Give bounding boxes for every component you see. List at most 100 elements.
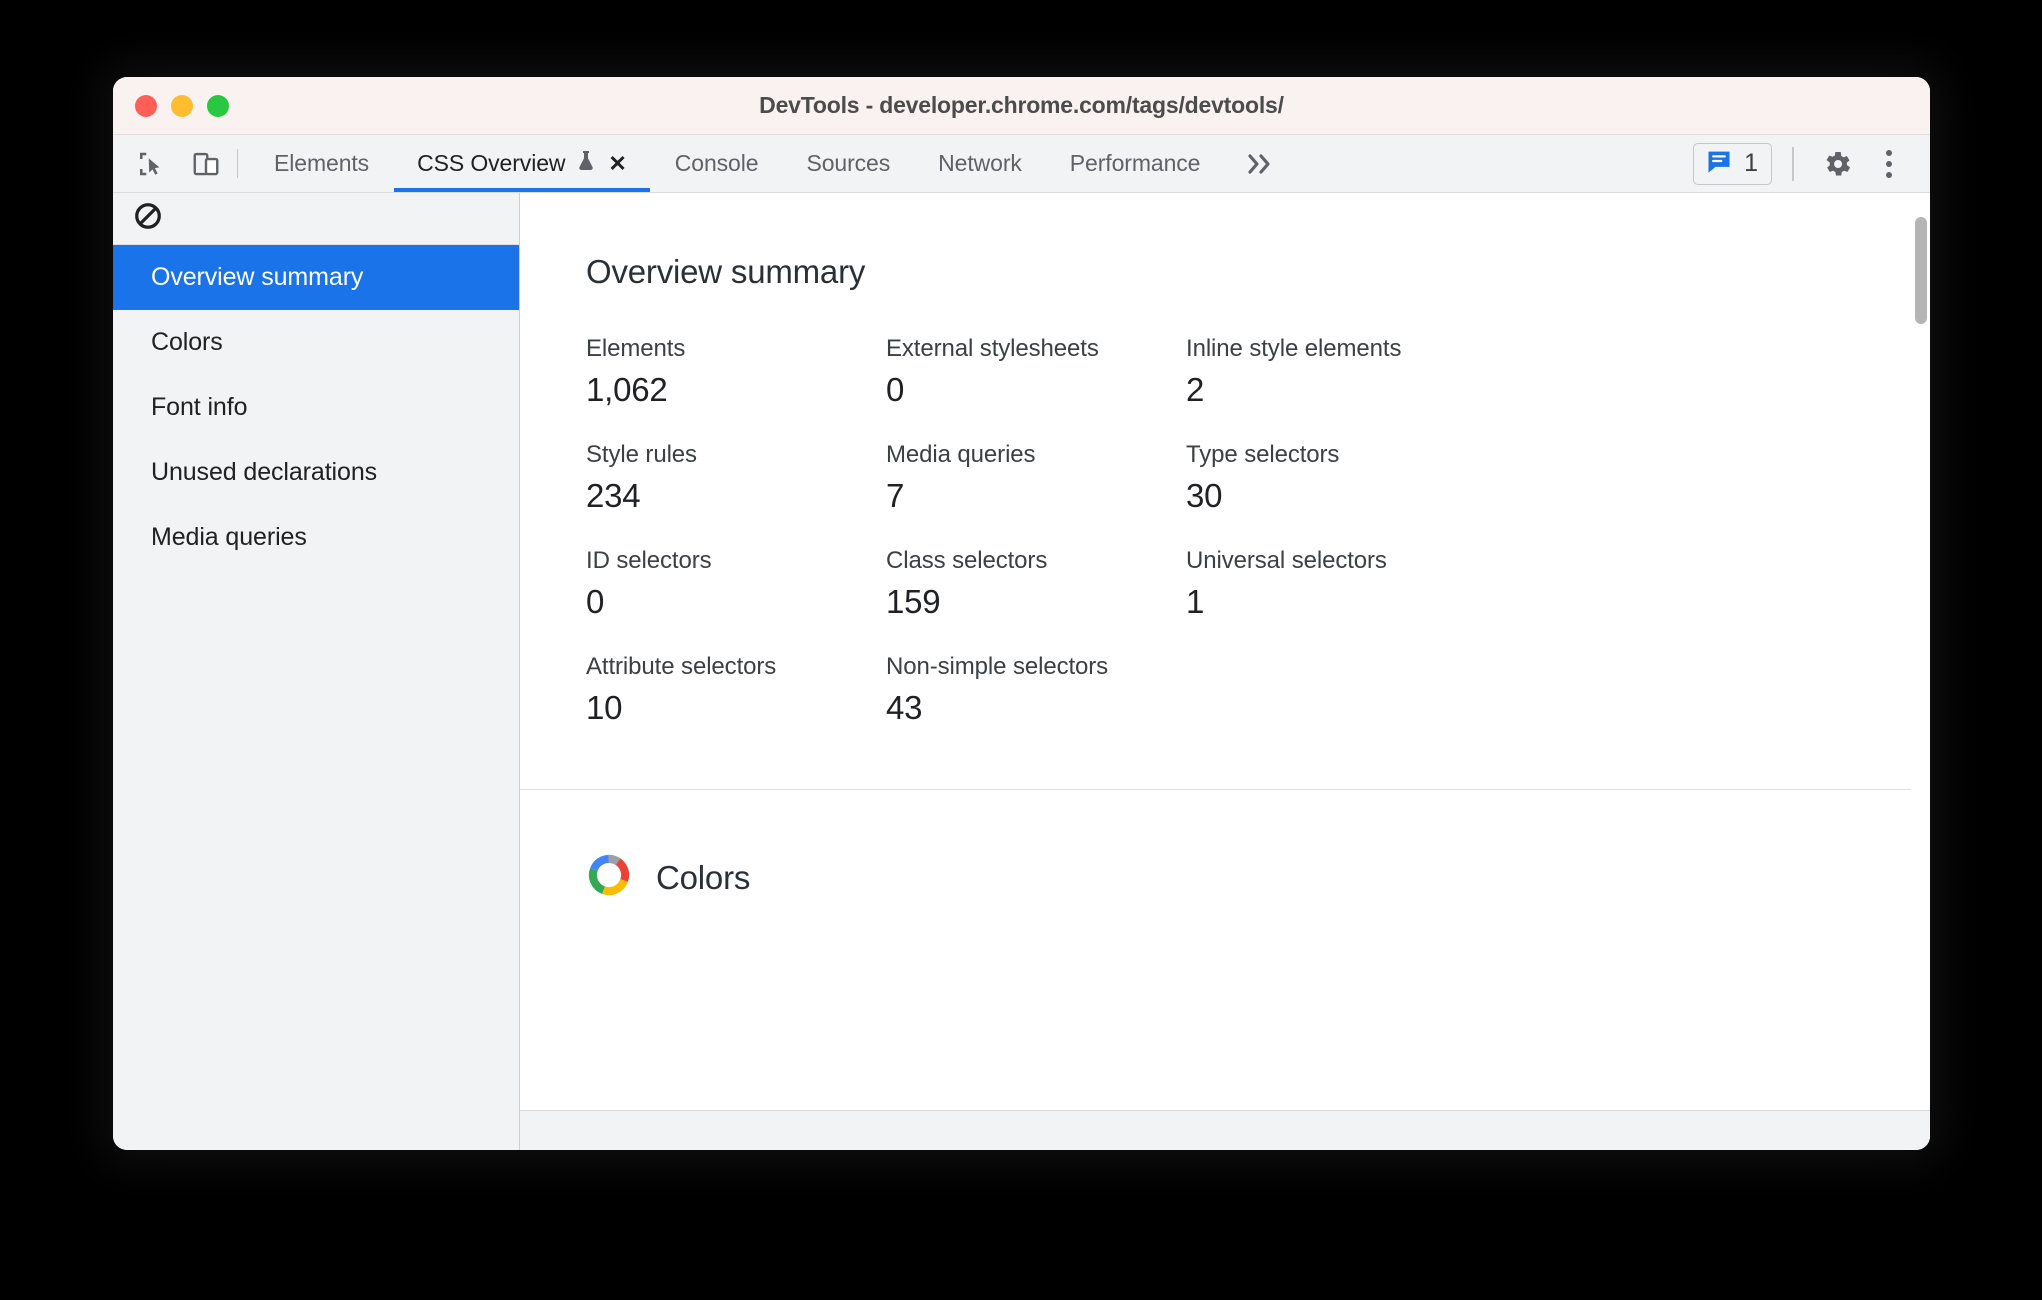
- block-clear-icon[interactable]: [133, 201, 163, 236]
- dot: [1886, 149, 1892, 156]
- stat-value: 159: [886, 583, 941, 620]
- stat-id-selectors: ID selectors 0: [586, 547, 886, 621]
- stat-class-selectors: Class selectors 159: [886, 547, 1186, 621]
- sidebar-item-font-info[interactable]: Font info: [113, 375, 519, 440]
- sidebar-item-overview-summary[interactable]: Overview summary: [113, 245, 519, 310]
- colors-section-header[interactable]: Colors: [520, 790, 1930, 903]
- sidebar-toolbar: [113, 193, 519, 245]
- content-scrollbar[interactable]: [1911, 193, 1930, 1110]
- devtools-window: DevTools - developer.chrome.com/tags/dev…: [113, 77, 1930, 1150]
- stat-value: 10: [586, 689, 623, 726]
- sidebar-item-label: Overview summary: [151, 263, 364, 291]
- stat-label: Type selectors: [1186, 441, 1340, 468]
- css-overview-sidebar: Overview summary Colors Font info Unused…: [113, 193, 520, 1150]
- inspect-element-icon[interactable]: [129, 143, 171, 185]
- sidebar-item-label: Colors: [151, 328, 223, 356]
- sidebar-list: Overview summary Colors Font info Unused…: [113, 245, 519, 570]
- stat-value: 0: [586, 583, 605, 620]
- issues-count: 1: [1744, 149, 1758, 177]
- stat-external-stylesheets: External stylesheets 0: [886, 335, 1186, 409]
- more-tabs-chevron-icon[interactable]: [1224, 135, 1298, 192]
- stat-value: 2: [1186, 371, 1205, 408]
- stat-value: 30: [1186, 477, 1223, 514]
- stat-empty-cell: [1186, 653, 1526, 727]
- stat-value: 1: [1186, 583, 1205, 620]
- sidebar-item-label: Media queries: [151, 523, 307, 551]
- close-window-button[interactable]: [135, 94, 157, 117]
- stat-label: Attribute selectors: [586, 653, 777, 680]
- summary-stats-grid: Elements 1,062 External stylesheets 0 In…: [586, 335, 1930, 727]
- screenshot-root: DevTools - developer.chrome.com/tags/dev…: [0, 0, 2042, 1300]
- sidebar-item-unused-declarations[interactable]: Unused declarations: [113, 440, 519, 505]
- toolbar-divider-right: [1792, 146, 1794, 181]
- stat-elements: Elements 1,062: [586, 335, 886, 409]
- toolbar-left-icons: [113, 135, 227, 192]
- sidebar-item-media-queries[interactable]: Media queries: [113, 505, 519, 570]
- sidebar-item-label: Font info: [151, 393, 248, 421]
- stat-media-queries: Media queries 7: [886, 441, 1186, 515]
- toolbar-right-icons: 1: [1693, 135, 1930, 192]
- stat-label: Universal selectors: [1186, 547, 1387, 574]
- page-title: Overview summary: [586, 253, 866, 290]
- stat-value: 0: [886, 371, 905, 408]
- dots-group: [1886, 149, 1892, 178]
- stat-type-selectors: Type selectors 30: [1186, 441, 1526, 515]
- stat-universal-selectors: Universal selectors 1: [1186, 547, 1526, 621]
- stat-label: Style rules: [586, 441, 697, 468]
- panel-footer-bar: [520, 1110, 1930, 1150]
- stat-value: 7: [886, 477, 905, 514]
- toolbar-divider: [237, 149, 238, 178]
- stat-label: Elements: [586, 335, 686, 362]
- tab-label: Performance: [1069, 150, 1201, 176]
- minimize-window-button[interactable]: [171, 94, 193, 117]
- maximize-window-button[interactable]: [207, 94, 229, 117]
- tab-performance[interactable]: Performance: [1046, 135, 1225, 192]
- tab-css-overview[interactable]: CSS Overview ✕: [393, 135, 651, 192]
- panel-tabs: Elements CSS Overview ✕ Console Sources: [250, 135, 1298, 192]
- issues-badge[interactable]: 1: [1693, 142, 1772, 185]
- tab-label: CSS Overview: [417, 150, 566, 176]
- tab-elements[interactable]: Elements: [250, 135, 393, 192]
- color-wheel-icon: [586, 852, 632, 903]
- window-titlebar: DevTools - developer.chrome.com/tags/dev…: [113, 77, 1930, 135]
- window-title: DevTools - developer.chrome.com/tags/dev…: [759, 92, 1284, 118]
- content-padding: Overview summary Elements 1,062 External…: [520, 193, 1930, 727]
- close-icon[interactable]: ✕: [608, 152, 626, 175]
- device-toolbar-icon[interactable]: [185, 143, 227, 185]
- sidebar-item-colors[interactable]: Colors: [113, 310, 519, 375]
- dot: [1886, 171, 1892, 178]
- traffic-lights: [135, 94, 229, 117]
- tab-label: Sources: [806, 150, 891, 176]
- three-dots-vertical-icon[interactable]: [1866, 141, 1912, 187]
- stat-inline-style-elements: Inline style elements 2: [1186, 335, 1526, 409]
- dot: [1886, 160, 1892, 167]
- tab-network[interactable]: Network: [914, 135, 1046, 192]
- stat-label: ID selectors: [586, 547, 712, 574]
- stat-value: 1,062: [586, 371, 668, 408]
- tab-label: Elements: [274, 150, 370, 176]
- tab-label: Console: [674, 150, 759, 176]
- tab-sources[interactable]: Sources: [782, 135, 914, 192]
- stat-label: Media queries: [886, 441, 1036, 468]
- devtools-toolbar: Elements CSS Overview ✕ Console Sources: [113, 135, 1930, 193]
- stat-non-simple-selectors: Non-simple selectors 43: [886, 653, 1186, 727]
- gear-icon[interactable]: [1814, 141, 1860, 187]
- sidebar-item-label: Unused declarations: [151, 458, 378, 486]
- stat-label: Class selectors: [886, 547, 1048, 574]
- stat-attribute-selectors: Attribute selectors 10: [586, 653, 886, 727]
- stat-value: 234: [586, 477, 641, 514]
- experimental-flask-icon: [574, 148, 598, 180]
- scrollbar-thumb[interactable]: [1915, 217, 1927, 324]
- tab-label: Network: [938, 150, 1022, 176]
- stat-value: 43: [886, 689, 923, 726]
- issues-message-icon: [1705, 147, 1733, 180]
- tab-console[interactable]: Console: [651, 135, 783, 192]
- stat-style-rules: Style rules 234: [586, 441, 886, 515]
- stat-label: Non-simple selectors: [886, 653, 1109, 680]
- stat-label: External stylesheets: [886, 335, 1099, 362]
- stat-label: Inline style elements: [1186, 335, 1402, 362]
- colors-section-title: Colors: [656, 858, 751, 896]
- panel-body: Overview summary Colors Font info Unused…: [113, 193, 1930, 1150]
- css-overview-content: Overview summary Elements 1,062 External…: [520, 193, 1930, 1110]
- main-content-wrapper: Overview summary Elements 1,062 External…: [520, 193, 1930, 1150]
